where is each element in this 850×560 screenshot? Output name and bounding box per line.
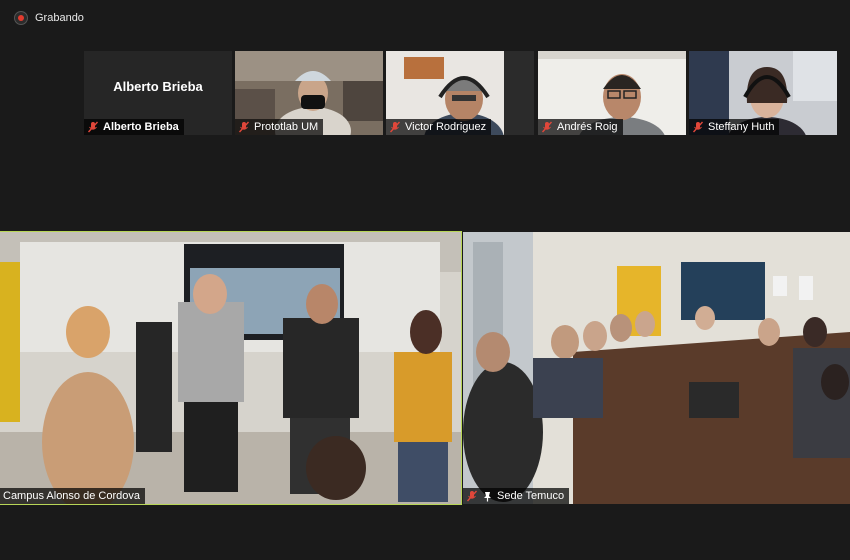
mic-muted-icon [389, 121, 401, 133]
participant-name: Steffany Huth [708, 121, 775, 133]
participant-name-label: Steffany Huth [689, 119, 780, 135]
participant-name: Prototlab UM [254, 121, 319, 133]
participant-name: Campus Alonso de Cordova [3, 490, 140, 502]
participant-name: Victor Rodriguez [405, 121, 487, 133]
recording-icon [14, 11, 28, 25]
participant-tile-steffany-huth[interactable]: Steffany Huth [689, 51, 837, 135]
participant-name: Alberto Brieba [103, 121, 179, 133]
participant-name-label: Sede Temuco [463, 488, 570, 504]
pin-icon [484, 491, 491, 501]
room-video [0, 232, 461, 504]
room-video [463, 232, 850, 504]
mic-muted-icon [87, 121, 99, 133]
participant-name-label: Prototlab UM [235, 119, 324, 135]
participant-tile-victor-rodriguez[interactable]: Victor Rodriguez [386, 51, 534, 135]
mic-muted-icon [541, 121, 553, 133]
video-tile-campus-alonso-de-cordova[interactable]: Campus Alonso de Cordova [0, 231, 462, 505]
participant-name: Andrés Roig [557, 121, 618, 133]
participant-name-label: Campus Alonso de Cordova [0, 488, 145, 504]
participant-tile-prototlab-um[interactable]: Prototlab UM [235, 51, 383, 135]
video-tile-sede-temuco[interactable]: Sede Temuco [463, 232, 850, 504]
mic-muted-icon [692, 121, 704, 133]
recording-indicator[interactable]: Grabando [14, 9, 84, 27]
participant-name-label: Alberto Brieba [84, 119, 184, 135]
mic-muted-icon [238, 121, 250, 133]
participant-name-label: Victor Rodriguez [386, 119, 492, 135]
participant-tile-andres-roig[interactable]: Andrés Roig [538, 51, 686, 135]
mic-muted-icon [466, 490, 478, 502]
participant-display-name: Alberto Brieba [113, 78, 203, 94]
participant-name-label: Andrés Roig [538, 119, 623, 135]
participant-tile-alberto-brieba[interactable]: Alberto Brieba Alberto Brieba [84, 51, 232, 135]
recording-label: Grabando [35, 12, 84, 24]
participant-name: Sede Temuco [497, 490, 565, 502]
